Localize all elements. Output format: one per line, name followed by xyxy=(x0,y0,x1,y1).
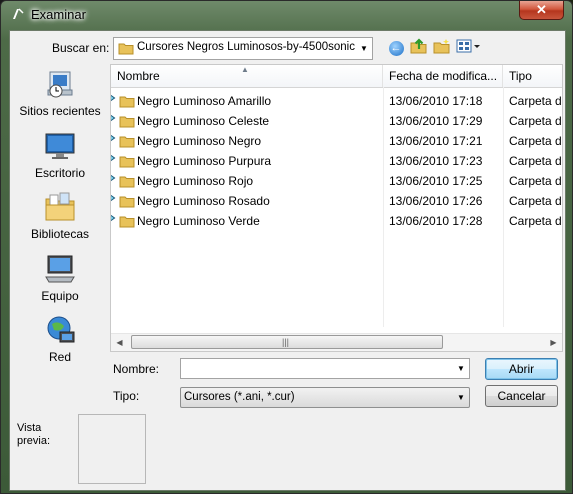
file-date: 13/06/2010 17:29 xyxy=(389,114,483,128)
place-recent[interactable]: Sitios recientes xyxy=(10,68,110,118)
file-row[interactable]: Negro Luminoso Amarillo 13/06/2010 17:18 C… xyxy=(111,91,562,111)
up-folder-icon[interactable] xyxy=(409,38,429,56)
file-date: 13/06/2010 17:21 xyxy=(389,134,483,148)
network-icon xyxy=(44,314,76,346)
file-row[interactable]: Negro Luminoso Purpura 13/06/2010 17:23 Ca… xyxy=(111,151,562,171)
place-label: Red xyxy=(48,350,71,364)
folder-icon xyxy=(119,194,135,211)
place-label: Sitios recientes xyxy=(19,104,101,118)
place-computer[interactable]: Equipo xyxy=(10,253,110,303)
folder-icon xyxy=(119,214,135,231)
file-type-select[interactable]: Cursores (*.ani, *.cur) ▼ xyxy=(180,387,470,408)
folder-icon xyxy=(119,94,135,111)
folder-icon xyxy=(119,174,135,191)
file-name: Negro Luminoso Rosado xyxy=(137,194,270,208)
file-name: Negro Luminoso Negro xyxy=(137,134,262,148)
horizontal-scrollbar[interactable]: ◀ ||| ▶ xyxy=(111,333,562,351)
file-name: Negro Luminoso Rojo xyxy=(137,174,254,188)
file-date: 13/06/2010 17:18 xyxy=(389,94,483,108)
computer-icon xyxy=(44,253,76,285)
scroll-left-icon[interactable]: ◀ xyxy=(111,334,128,351)
grip-icon: ||| xyxy=(282,337,290,347)
column-header: ▲ Nombre Fecha de modifica... Tipo xyxy=(111,65,562,88)
place-network[interactable]: Red xyxy=(10,314,110,364)
libraries-icon xyxy=(44,191,76,223)
cancel-button[interactable]: Cancelar xyxy=(485,385,558,407)
file-type: Carpeta de xyxy=(509,94,561,108)
open-button[interactable]: Abrir xyxy=(485,358,558,380)
column-type[interactable]: Tipo xyxy=(503,65,562,87)
scroll-right-icon[interactable]: ▶ xyxy=(545,334,562,351)
file-list[interactable]: ▲ Nombre Fecha de modifica... Tipo Negro… xyxy=(110,64,563,352)
file-name: Negro Luminoso Amarillo xyxy=(137,94,272,108)
views-menu-icon[interactable] xyxy=(456,38,482,56)
file-name-label: Nombre: xyxy=(113,362,160,376)
file-name: Negro Luminoso Verde xyxy=(137,214,260,228)
folder-icon xyxy=(119,134,135,151)
file-type: Carpeta de xyxy=(509,154,561,168)
desktop-icon xyxy=(44,130,76,162)
file-date: 13/06/2010 17:26 xyxy=(389,194,483,208)
folder-icon xyxy=(119,154,135,171)
recent-places-icon xyxy=(44,68,76,100)
chevron-down-icon[interactable]: ▼ xyxy=(453,388,469,407)
file-name-field[interactable]: ▼ xyxy=(180,358,470,379)
place-label: Escritorio xyxy=(34,166,85,180)
preview-label: Vista previa: xyxy=(17,422,51,447)
file-row[interactable]: Negro Luminoso Rojo 13/06/2010 17:25 Carpe… xyxy=(111,171,562,191)
preview-pane xyxy=(78,414,146,484)
places-bar: Sitios recientes Escritorio Bibliotecas … xyxy=(10,64,110,394)
file-name: Negro Luminoso Celeste xyxy=(137,114,270,128)
place-label: Bibliotecas xyxy=(30,227,90,241)
file-type: Carpeta de xyxy=(509,174,561,188)
back-icon[interactable]: ← xyxy=(386,38,406,56)
file-type-label: Tipo: xyxy=(113,389,140,403)
file-type: Carpeta de xyxy=(509,134,561,148)
new-folder-icon[interactable] xyxy=(432,38,452,56)
file-type: Carpeta de xyxy=(509,214,561,228)
column-name[interactable]: Nombre xyxy=(111,65,383,87)
chevron-down-icon[interactable]: ▼ xyxy=(453,359,469,378)
chevron-down-icon[interactable]: ▼ xyxy=(356,38,372,59)
file-date: 13/06/2010 17:28 xyxy=(389,214,483,228)
file-type: Carpeta de xyxy=(509,114,561,128)
window-title: Examinar xyxy=(31,7,86,22)
file-row[interactable]: Negro Luminoso Verde 13/06/2010 17:28 Carp… xyxy=(111,211,562,231)
file-type: Carpeta de xyxy=(509,194,561,208)
file-type-value: Cursores (*.ani, *.cur) xyxy=(184,391,295,403)
column-date[interactable]: Fecha de modifica... xyxy=(383,65,503,87)
close-button[interactable]: ✕ xyxy=(519,1,564,20)
scroll-thumb[interactable]: ||| xyxy=(131,335,443,349)
file-row[interactable]: Negro Luminoso Rosado 13/06/2010 17:26 Car… xyxy=(111,191,562,211)
dialog-client: Buscar en: Cursores Negros Luminosos-by-… xyxy=(9,30,566,491)
file-name: Negro Luminoso Purpura xyxy=(137,154,272,168)
look-in-label: Buscar en: xyxy=(52,41,110,55)
dialog-icon xyxy=(11,7,25,21)
dialog-window: Examinar ✕ Buscar en: Cursores Negros Lu… xyxy=(0,0,573,494)
file-row[interactable]: Negro Luminoso Negro 13/06/2010 17:21 Carp… xyxy=(111,131,562,151)
look-in-combo[interactable]: Cursores Negros Luminosos-by-4500sonic ▼ xyxy=(113,37,373,60)
place-label: Equipo xyxy=(41,289,79,303)
folder-icon xyxy=(119,114,135,131)
title-bar[interactable]: Examinar ✕ xyxy=(1,1,572,29)
file-date: 13/06/2010 17:23 xyxy=(389,154,483,168)
place-libraries[interactable]: Bibliotecas xyxy=(10,191,110,241)
current-folder-name: Cursores Negros Luminosos-by-4500sonic xyxy=(137,41,355,53)
file-date: 13/06/2010 17:25 xyxy=(389,174,483,188)
place-desktop[interactable]: Escritorio xyxy=(10,130,110,180)
file-row[interactable]: Negro Luminoso Celeste 13/06/2010 17:29 Ca… xyxy=(111,111,562,131)
folder-icon xyxy=(118,41,134,58)
